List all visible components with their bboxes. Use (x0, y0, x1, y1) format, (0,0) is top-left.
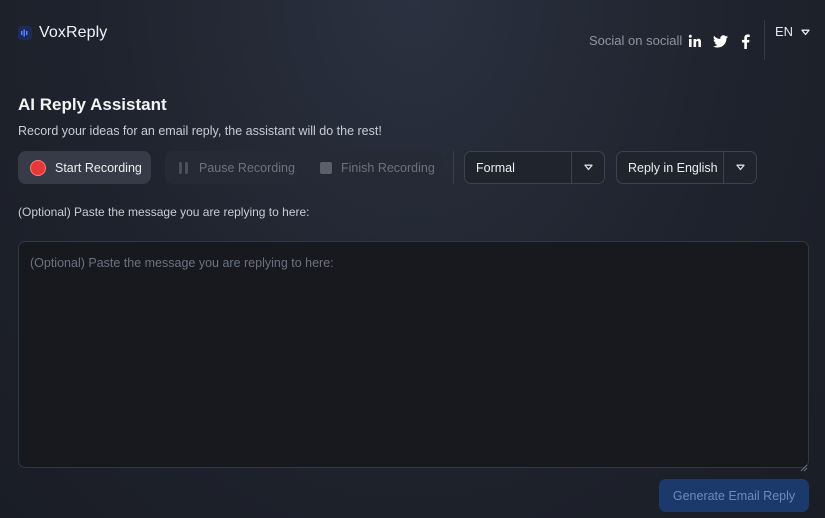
tone-select[interactable]: Formal (464, 151, 605, 184)
top-header: VoxReply Social on sociall EN (0, 0, 825, 70)
finish-recording-label: Finish Recording (341, 160, 435, 175)
pause-icon (176, 161, 190, 174)
chevron-down-icon[interactable] (571, 152, 604, 183)
app-logo[interactable]: VoxReply (18, 24, 107, 42)
tone-select-value: Formal (476, 160, 515, 175)
chevron-down-icon[interactable] (723, 152, 756, 183)
controls-divider (453, 151, 454, 184)
header-divider (764, 20, 765, 60)
page-title: AI Reply Assistant (18, 95, 167, 114)
pause-recording-label: Pause Recording (199, 160, 295, 175)
app-name: VoxReply (39, 24, 108, 41)
stop-icon (320, 161, 332, 174)
start-recording-label: Start Recording (55, 160, 142, 175)
linkedin-icon[interactable] (687, 33, 703, 49)
record-icon (30, 159, 46, 176)
reply-language-select[interactable]: Reply in English (616, 151, 757, 184)
resize-handle-icon[interactable] (800, 459, 808, 472)
page-subtitle: Record your ideas for an email reply, th… (18, 124, 382, 138)
twitter-icon[interactable] (712, 33, 728, 49)
reply-language-value: Reply in English (628, 160, 718, 175)
facebook-icon[interactable] (737, 33, 753, 49)
generate-email-reply-button[interactable]: Generate Email Reply (659, 479, 809, 512)
social-label: Social on sociall (589, 33, 683, 48)
language-selector[interactable]: EN (775, 24, 810, 39)
message-field-label: (Optional) Paste the message you are rep… (18, 205, 310, 219)
language-code: EN (775, 24, 794, 39)
message-textarea[interactable] (18, 241, 809, 468)
pause-recording-button[interactable]: Pause Recording (165, 151, 298, 184)
start-recording-button[interactable]: Start Recording (18, 151, 151, 184)
chevron-down-icon (801, 24, 810, 39)
sound-wave-icon (18, 26, 32, 40)
finish-recording-button[interactable]: Finish Recording (309, 151, 442, 184)
